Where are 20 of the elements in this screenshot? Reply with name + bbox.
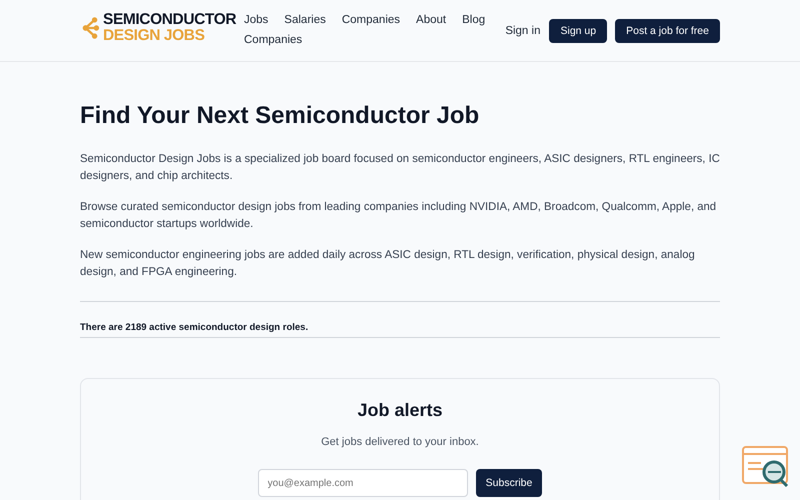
card-title: Job alerts [357, 400, 443, 421]
nav-link[interactable]: About [416, 12, 446, 28]
nav-link[interactable]: Blog [462, 12, 486, 28]
intro-paragraph: Semiconductor Design Jobs is a specialized job board focused on semiconductor engineers, ASIC designers, RTL engineers, IC designers, and chip architects. [80, 152, 720, 184]
post-job-button[interactable]: Post a job for free [615, 19, 720, 43]
logo[interactable]: SEMICONDUCTOR DESIGN JOBS [82, 12, 242, 44]
nav-link[interactable]: Companies [342, 12, 400, 28]
intro-paragraph: Browse curated semiconductor design jobs from leading companies including NVIDIA, AMD, Broadcom, Qualcomm, Apple, and semiconductor startups worldwide. [80, 200, 718, 232]
nav-link[interactable]: Jobs [244, 12, 268, 28]
card-subtitle: Get jobs delivered to your inbox. [321, 436, 479, 448]
email-field[interactable]: you@example.com [258, 469, 468, 497]
nav-link[interactable]: Salaries [284, 12, 326, 28]
nav-link[interactable]: Companies [244, 32, 302, 48]
sign-up-button[interactable]: Sign up [549, 19, 608, 43]
sign-in-link[interactable]: Sign in [505, 25, 540, 37]
search-icon[interactable] [741, 445, 791, 487]
intro-paragraph: New semiconductor engineering jobs are added daily across ASIC design, RTL design, verification, physical design, analog design, and FPGA engineering. [80, 248, 696, 280]
page-title: Find Your Next Semiconductor Job [80, 102, 480, 130]
subscribe-button[interactable]: Subscribe [476, 469, 542, 497]
roles-count: There are 2189 active semiconductor design roles. [80, 322, 310, 333]
